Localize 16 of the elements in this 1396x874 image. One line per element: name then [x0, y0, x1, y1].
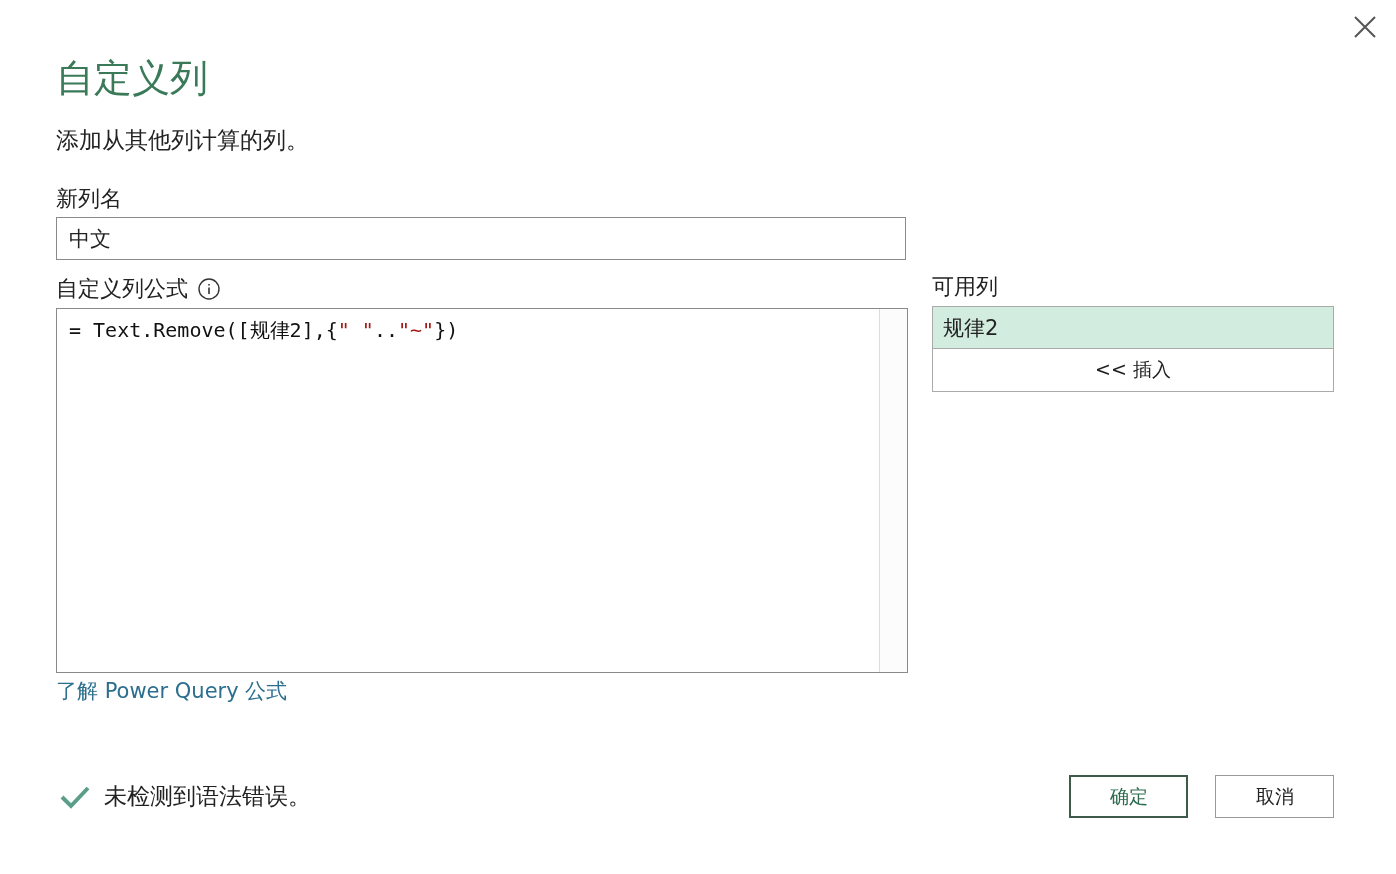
field-label: 可用列: [932, 273, 998, 301]
cancel-button[interactable]: 取消: [1215, 775, 1334, 818]
formula-editor[interactable]: = Text.Remove([规律2],{" ".."~"}): [56, 308, 908, 673]
field-label: 自定义列公式: [56, 275, 188, 303]
field-label: 新列名: [56, 185, 122, 213]
ok-button[interactable]: 确定: [1069, 775, 1188, 818]
dialog-title: 自定义列: [56, 55, 209, 102]
formula-code: = Text.Remove([规律2],{" ".."~"}): [68, 317, 460, 344]
close-icon[interactable]: [1354, 16, 1376, 38]
insert-button[interactable]: << 插入: [932, 349, 1334, 392]
input-field[interactable]: 中文: [56, 217, 906, 260]
help-link[interactable]: 了解 Power Query 公式: [56, 677, 288, 705]
status-message: 未检测到语法错误。: [104, 782, 311, 811]
dialog-subtitle: 添加从其他列计算的列。: [56, 126, 310, 155]
info-icon[interactable]: [198, 278, 220, 300]
column-list-item[interactable]: 规律2: [933, 307, 1333, 348]
